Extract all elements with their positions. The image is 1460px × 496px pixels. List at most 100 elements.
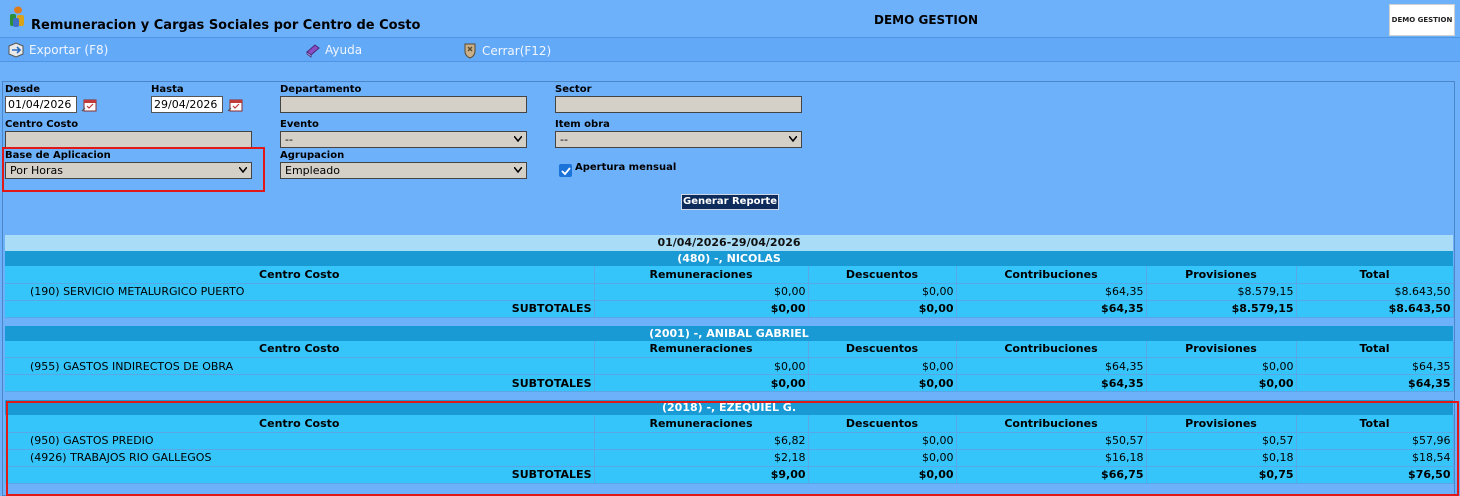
item-obra-value: --	[560, 133, 568, 146]
column-header: Descuentos	[808, 340, 957, 358]
base-aplicacion-value: Por Horas	[10, 164, 63, 177]
agrupacion-label: Agrupacion	[280, 150, 345, 161]
sector-field[interactable]	[555, 96, 802, 113]
column-header: Remuneraciones	[594, 266, 809, 284]
agrupacion-select[interactable]: Empleado	[280, 162, 527, 179]
amount-cell: $0,57	[1146, 432, 1297, 450]
amount-cell: $64,35	[956, 357, 1147, 375]
agrupacion-value: Empleado	[285, 164, 340, 177]
subtotal-amount: $66,75	[956, 466, 1147, 484]
column-header: Descuentos	[808, 415, 957, 433]
table-row: (190) SERVICIO METALURGICO PUERTO $0,00 $0…	[5, 283, 1454, 301]
apertura-mensual-label: Apertura mensual	[575, 162, 677, 173]
departamento-label: Departamento	[280, 84, 362, 95]
help-button[interactable]: Ayuda	[305, 42, 362, 58]
table-row: (4926) TRABAJOS RIO GALLEGOS $2,18 $0,00 $1…	[5, 449, 1454, 467]
table-header-row: Centro Costo Remuneraciones Descuentos Cont…	[5, 266, 1454, 284]
cost-center-table: Centro Costo Remuneraciones Descuentos Cont…	[5, 340, 1454, 392]
column-header: Contribuciones	[956, 266, 1147, 284]
group-spacer	[5, 392, 1453, 400]
table-row: (950) GASTOS PREDIO $6,82 $0,00 $50,57 $0,57…	[5, 432, 1454, 450]
group-spacer	[5, 317, 1453, 326]
cost-center-cell: (950) GASTOS PREDIO	[5, 432, 595, 450]
amount-cell: $0,18	[1146, 449, 1297, 467]
hasta-calendar-icon[interactable]	[227, 97, 245, 113]
amount-cell: $0,00	[808, 432, 957, 450]
amount-cell: $50,57	[956, 432, 1147, 450]
subtotal-row: SUBTOTALES $0,00 $0,00 $64,35 $0,00 $64,35	[5, 374, 1454, 392]
desde-calendar-icon[interactable]	[81, 97, 99, 113]
app-logo-icon	[10, 6, 24, 27]
window-title: Remuneracion y Cargas Sociales por Centr…	[31, 18, 421, 33]
title-bar: Remuneracion y Cargas Sociales por Centr…	[0, 0, 1460, 37]
column-header: Total	[1296, 266, 1454, 284]
export-button[interactable]: Exportar (F8)	[7, 42, 108, 58]
help-book-icon	[306, 44, 320, 58]
evento-select[interactable]: --	[280, 131, 527, 148]
cost-center-table: Centro Costo Remuneraciones Descuentos Cont…	[5, 266, 1454, 318]
amount-cell: $0,00	[808, 449, 957, 467]
table-row: (955) GASTOS INDIRECTOS DE OBRA $0,00 $0,0…	[5, 357, 1454, 375]
brand-logo: DEMO GESTION	[1389, 4, 1455, 36]
column-header: Remuneraciones	[594, 415, 809, 433]
apertura-mensual-checkbox[interactable]	[559, 164, 572, 177]
subtotal-amount: $64,35	[956, 300, 1147, 318]
column-header: Descuentos	[808, 266, 957, 284]
subtotal-amount: $0,00	[808, 466, 957, 484]
chevron-down-icon	[789, 136, 797, 142]
subtotal-amount: $0,00	[594, 300, 809, 318]
help-label: Ayuda	[325, 43, 363, 57]
subtotal-amount: $8.643,50	[1296, 300, 1454, 318]
desde-date-input[interactable]: 01/04/2026	[5, 96, 77, 113]
amount-cell: $0,00	[1146, 357, 1297, 375]
subtotal-row: SUBTOTALES $0,00 $0,00 $64,35 $8.579,15 $8.64…	[5, 300, 1454, 318]
chevron-down-icon	[514, 167, 522, 173]
subtotal-amount: $0,00	[808, 300, 957, 318]
centro-costo-label: Centro Costo	[5, 119, 79, 130]
subtotal-amount: $64,35	[1296, 374, 1454, 392]
cost-center-cell: (190) SERVICIO METALURGICO PUERTO	[5, 283, 595, 301]
column-header: Total	[1296, 415, 1454, 433]
amount-cell: $16,18	[956, 449, 1147, 467]
item-obra-select[interactable]: --	[555, 131, 802, 148]
column-header: Centro Costo	[5, 266, 595, 284]
export-label: Exportar (F8)	[29, 43, 109, 57]
amount-cell: $0,00	[808, 283, 957, 301]
cost-center-table: Centro Costo Remuneraciones Descuentos Cont…	[5, 415, 1454, 484]
subtotal-row: SUBTOTALES $9,00 $0,00 $66,75 $0,75 $76,50	[5, 466, 1454, 484]
export-icon	[8, 42, 24, 58]
subtotal-amount: $9,00	[594, 466, 809, 484]
subtotal-amount: $76,50	[1296, 466, 1454, 484]
brand-logo-label: DEMO GESTION	[1391, 16, 1453, 24]
column-header: Provisiones	[1146, 340, 1297, 358]
company-name: DEMO GESTION	[874, 13, 979, 27]
amount-cell: $6,82	[594, 432, 809, 450]
generar-reporte-button[interactable]: Generar Reporte	[681, 194, 779, 210]
item-obra-label: Item obra	[555, 119, 610, 130]
subtotal-amount: $0,75	[1146, 466, 1297, 484]
column-header: Contribuciones	[956, 415, 1147, 433]
close-button[interactable]: Cerrar(F12)	[462, 42, 551, 60]
centro-costo-field[interactable]	[5, 131, 252, 148]
report: 01/04/2026-29/04/2026 (480) -, NICOLAS Ce…	[5, 235, 1454, 484]
subtotal-label: SUBTOTALES	[5, 374, 595, 392]
column-header: Total	[1296, 340, 1454, 358]
amount-cell: $64,35	[956, 283, 1147, 301]
close-shield-icon	[464, 43, 476, 59]
base-aplicacion-select[interactable]: Por Horas	[5, 162, 252, 179]
hasta-date-input[interactable]: 29/04/2026	[151, 96, 223, 113]
amount-cell: $8.643,50	[1296, 283, 1454, 301]
column-header: Centro Costo	[5, 415, 595, 433]
column-header: Centro Costo	[5, 340, 595, 358]
amount-cell: $0,00	[594, 357, 809, 375]
departamento-field[interactable]	[280, 96, 527, 113]
checkmark-icon	[560, 166, 571, 175]
sector-label: Sector	[555, 84, 592, 95]
subtotal-amount: $64,35	[956, 374, 1147, 392]
column-header: Contribuciones	[956, 340, 1147, 358]
chevron-down-icon	[514, 136, 522, 142]
column-header: Provisiones	[1146, 266, 1297, 284]
subtotal-amount: $0,00	[594, 374, 809, 392]
base-aplicacion-label: Base de Aplicacion	[5, 150, 111, 161]
subtotal-label: SUBTOTALES	[5, 300, 595, 318]
